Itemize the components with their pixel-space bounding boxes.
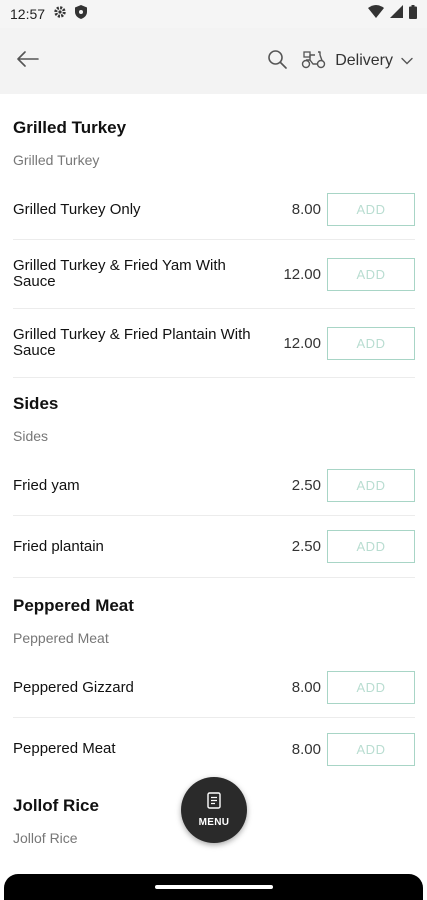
- menu-item: Grilled Turkey & Fried Yam With Sauce 12…: [13, 240, 415, 309]
- menu-item: Peppered Meat 8.00 ADD: [13, 718, 415, 780]
- subsection-title: Grilled Turkey: [13, 152, 100, 168]
- section-title: Peppered Meat: [13, 596, 134, 615]
- delivery-label: Delivery: [335, 52, 393, 69]
- search-icon[interactable]: [267, 49, 288, 74]
- menu-item: Grilled Turkey & Fried Plantain With Sau…: [13, 309, 415, 378]
- chevron-down-icon: [401, 52, 413, 70]
- system-nav-bar: [4, 874, 423, 900]
- add-button[interactable]: ADD: [327, 469, 415, 502]
- menu-item: Fried yam 2.50 ADD: [13, 456, 415, 516]
- add-button[interactable]: ADD: [327, 326, 415, 360]
- menu-fab-label: MENU: [198, 817, 230, 828]
- item-price: 2.50: [291, 538, 321, 555]
- item-name: Grilled Turkey Only: [13, 200, 141, 218]
- home-indicator[interactable]: [154, 885, 273, 889]
- add-button[interactable]: ADD: [327, 530, 415, 563]
- delivery-selector[interactable]: Delivery: [301, 49, 413, 74]
- add-button[interactable]: ADD: [327, 732, 415, 766]
- gear-icon: [53, 5, 67, 24]
- item-price: 8.00: [291, 201, 321, 218]
- item-price: 8.00: [291, 679, 321, 696]
- scooter-icon: [301, 49, 327, 74]
- menu-fab-button[interactable]: MENU: [181, 777, 247, 843]
- app-header: Delivery: [0, 28, 427, 94]
- back-button[interactable]: [14, 47, 42, 75]
- status-time: 12:57: [10, 6, 46, 22]
- wifi-icon: [368, 5, 384, 23]
- battery-icon: [409, 4, 417, 24]
- item-name: Peppered Gizzard: [13, 678, 134, 696]
- item-price: 12.00: [283, 265, 321, 283]
- arrow-left-icon: [17, 50, 39, 72]
- section-title: Sides: [13, 394, 59, 413]
- item-name: Grilled Turkey & Fried Plantain With Sau…: [13, 326, 251, 359]
- item-price: 2.50: [291, 477, 321, 494]
- item-price: 12.00: [283, 334, 321, 352]
- menu-item: Peppered Gizzard 8.00 ADD: [13, 658, 415, 718]
- item-name: Peppered Meat: [13, 740, 116, 757]
- menu-item: Fried plantain 2.50 ADD: [13, 516, 415, 578]
- signal-icon: [390, 5, 403, 23]
- add-button[interactable]: ADD: [327, 193, 415, 226]
- shield-icon: [75, 4, 88, 24]
- add-button[interactable]: ADD: [327, 257, 415, 291]
- item-name: Grilled Turkey & Fried Yam With Sauce: [13, 257, 226, 290]
- subsection-title: Sides: [13, 428, 49, 444]
- item-name: Fried plantain: [13, 537, 104, 555]
- add-button[interactable]: ADD: [327, 671, 415, 704]
- menu-document-icon: [207, 792, 221, 814]
- menu-item: Grilled Turkey Only 8.00 ADD: [13, 180, 415, 240]
- item-name: Fried yam: [13, 476, 80, 494]
- status-bar: 12:57: [0, 0, 427, 28]
- section-title: Grilled Turkey: [13, 118, 127, 137]
- subsection-title: Peppered Meat: [13, 630, 109, 646]
- item-price: 8.00: [291, 740, 321, 758]
- menu-list[interactable]: Grilled Turkey Grilled Turkey Grilled Tu…: [0, 94, 427, 874]
